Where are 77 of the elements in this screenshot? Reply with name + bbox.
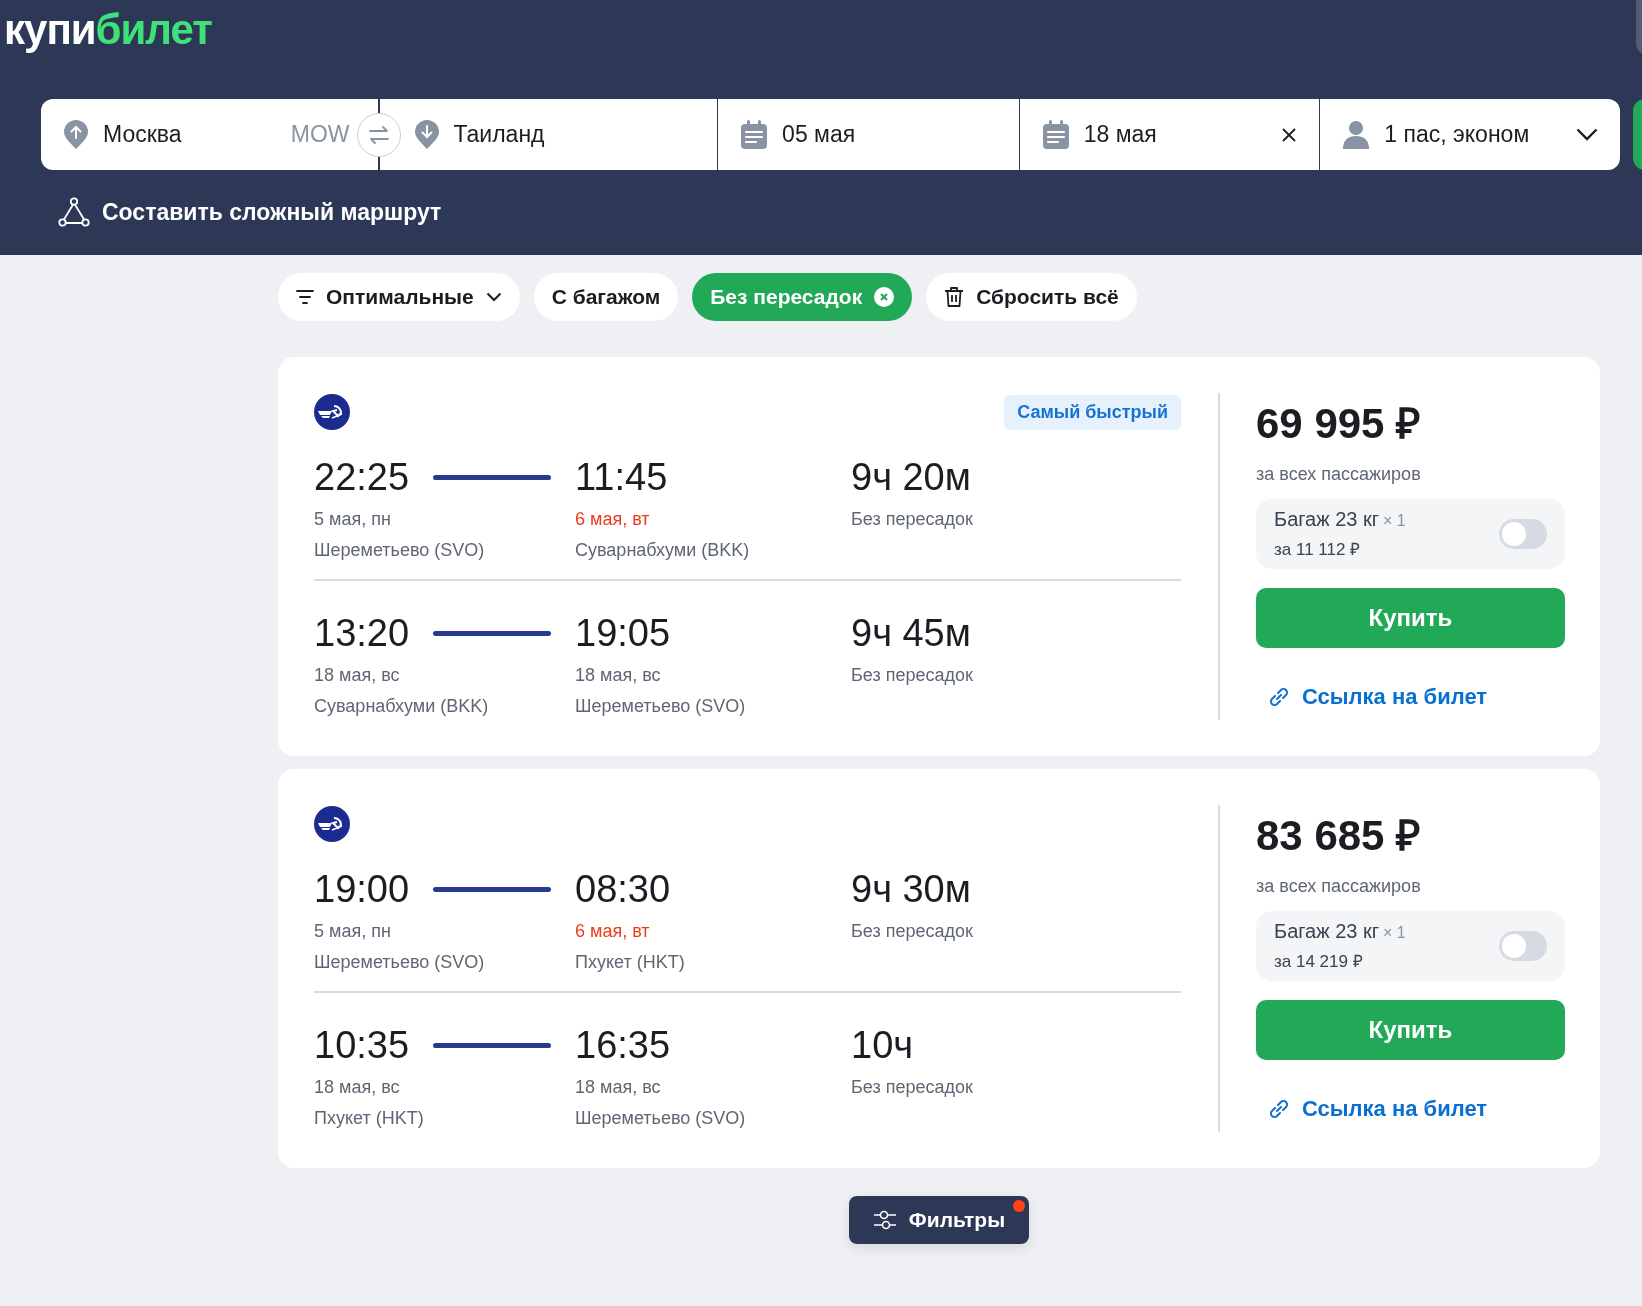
arrival-time: 19:05 (575, 611, 672, 655)
calendar-icon (740, 119, 769, 150)
baggage-label: Багаж 23 кг (1274, 920, 1379, 942)
airport-code: MOW (290, 121, 350, 148)
stops-info: Без пересадок (851, 665, 974, 686)
departure-date: 18 мая, вс (314, 665, 401, 686)
filter-chip[interactable]: Сбросить всё (926, 273, 1137, 321)
departure-airport: Шереметьево (SVO) (314, 540, 486, 561)
destination-field[interactable]: Таиланд (401, 99, 719, 170)
departure-time: 10:35 (314, 1023, 411, 1067)
departure-date: 5 мая, пн (314, 921, 392, 942)
chevron-down-icon (485, 292, 502, 302)
trash-icon (944, 286, 965, 308)
ticket-price: 69 995 ₽ (1256, 399, 1422, 449)
arrival-time: 08:30 (575, 867, 672, 911)
arrival-time: 16:35 (575, 1023, 672, 1067)
baggage-label: Багаж 23 кг (1274, 508, 1379, 530)
swap-arrows-icon (367, 124, 390, 145)
arrival-airport: Пхукет (HKT) (575, 952, 686, 973)
baggage-toggle[interactable] (1499, 931, 1547, 961)
destination-pin-icon (413, 119, 440, 150)
arrival-date: 18 мая, вс (575, 665, 662, 686)
flight-duration: 9ч 20м (851, 455, 971, 499)
complex-route-link[interactable]: Составить сложный маршрут (58, 197, 442, 227)
flight-duration: 10ч (851, 1023, 914, 1067)
price-note: за всех пассажиров (1256, 464, 1422, 485)
link-icon (1268, 1098, 1290, 1120)
clear-icon[interactable] (1281, 126, 1298, 143)
departure-date-field[interactable]: 05 мая (718, 99, 1020, 170)
arrival-airport: Шереметьево (SVO) (575, 696, 747, 717)
arrival-airport: Шереметьево (SVO) (575, 1108, 747, 1129)
close-icon[interactable] (874, 287, 895, 307)
arrival-date: 6 мая, вт (575, 509, 651, 530)
ticket-link[interactable]: Ссылка на билет (1268, 1096, 1488, 1122)
departure-airport: Шереметьево (SVO) (314, 952, 486, 973)
filter-lines-icon (296, 290, 314, 304)
fastest-badge: Самый быстрый (1004, 394, 1181, 430)
stops-info: Без пересадок (851, 921, 974, 942)
ticket-link[interactable]: Ссылка на билет (1268, 684, 1488, 710)
chevron-down-icon (1576, 128, 1598, 141)
baggage-price: за 14 219 ₽ (1274, 951, 1364, 972)
baggage-quantity: × 1 (1383, 924, 1406, 941)
baggage-price: за 11 112 ₽ (1274, 539, 1362, 560)
return-date-field[interactable]: 18 мая (1019, 99, 1321, 170)
departure-date: 5 мая, пн (314, 509, 392, 530)
sliders-icon (872, 1209, 897, 1231)
departure-date: 18 мая, вс (314, 1077, 401, 1098)
departure-time: 13:20 (314, 611, 411, 655)
origin-pin-icon (63, 119, 89, 150)
departure-time: 22:25 (314, 455, 411, 499)
filter-chip[interactable]: С багажом (533, 273, 679, 321)
filter-chip[interactable]: Оптимальные (278, 273, 520, 321)
baggage-quantity: × 1 (1383, 512, 1406, 529)
filters-button[interactable]: Фильтры (848, 1196, 1030, 1244)
person-icon (1342, 119, 1371, 150)
flight-duration: 9ч 45м (851, 611, 971, 655)
arrival-airport: Суварнабхуми (BKK) (575, 540, 751, 561)
departure-airport: Пхукет (HKT) (314, 1108, 425, 1129)
departure-time: 19:00 (314, 867, 411, 911)
arrival-time: 11:45 (575, 455, 669, 499)
logo[interactable]: купибилет (4, 6, 212, 54)
link-icon (1268, 686, 1290, 708)
stops-info: Без пересадок (851, 509, 974, 530)
arrival-date: 6 мая, вт (575, 921, 651, 942)
arrival-date: 18 мая, вс (575, 1077, 662, 1098)
flight-duration: 9ч 30м (851, 867, 971, 911)
departure-airport: Суварнабхуми (BKK) (314, 696, 490, 717)
baggage-toggle[interactable] (1499, 519, 1547, 549)
airline-logo-icon (314, 806, 350, 842)
route-nodes-icon (58, 197, 90, 227)
origin-field[interactable]: Москва MOW (41, 99, 356, 170)
ticket-price: 83 685 ₽ (1256, 811, 1422, 861)
stops-info: Без пересадок (851, 1077, 974, 1098)
airline-logo-icon (314, 394, 350, 430)
calendar-icon (1041, 119, 1070, 150)
passengers-field[interactable]: 1 пас, эконом (1320, 99, 1620, 170)
price-note: за всех пассажиров (1256, 876, 1422, 897)
